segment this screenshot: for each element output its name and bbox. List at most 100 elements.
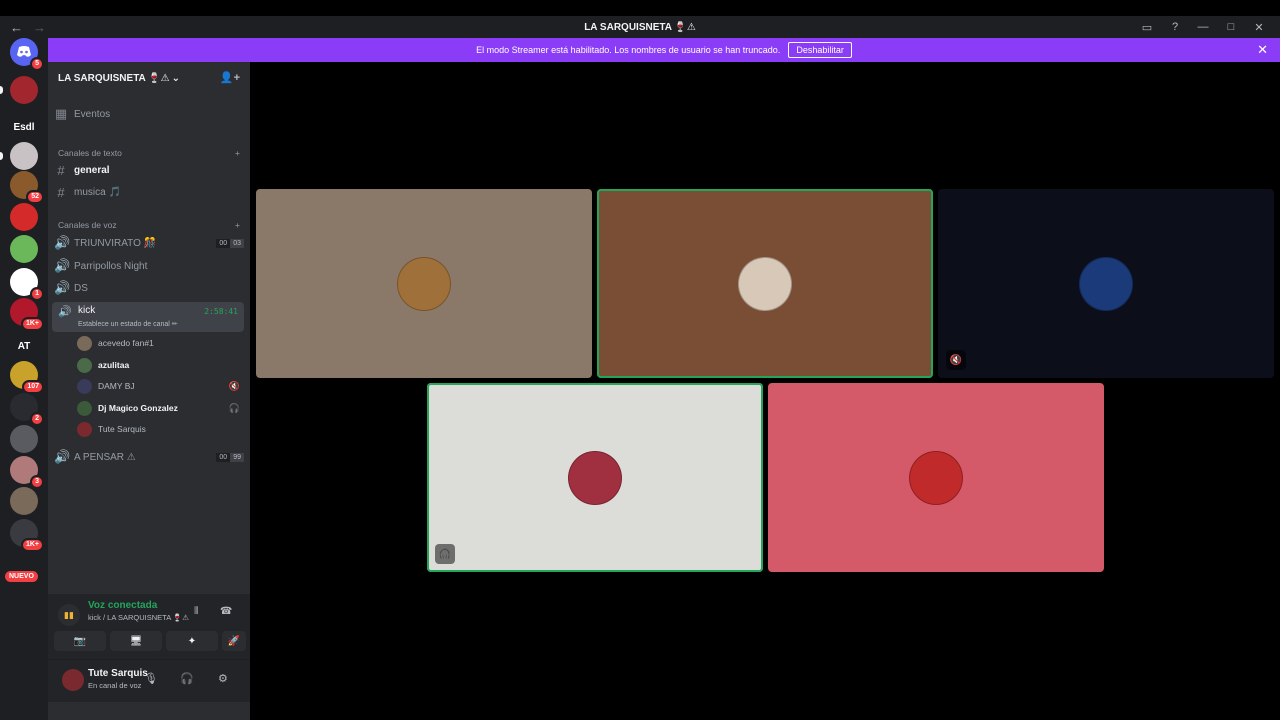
inbox-icon[interactable]: ▭ [1140, 21, 1154, 34]
user-count: 00 03 [216, 238, 244, 248]
headphones-icon[interactable]: 🎧 [180, 672, 194, 685]
server-icon[interactable]: 2 [10, 393, 44, 426]
server-icon[interactable]: 3 [10, 456, 44, 489]
voice-member[interactable]: azulitaa [77, 356, 240, 374]
avatar [568, 450, 622, 505]
avatar [77, 357, 92, 373]
server-icon[interactable]: 1K+ [10, 298, 44, 331]
server-icon[interactable] [10, 142, 38, 170]
count-current: 00 [216, 452, 231, 462]
avatar [909, 450, 963, 505]
voice-member[interactable]: acevedo fan#1 [77, 334, 240, 352]
window-title: LA SARQUISNETA 🍷⚠ [584, 21, 696, 33]
server-icon[interactable]: 52 [10, 171, 44, 204]
soundboard-button[interactable]: 🚀 [222, 631, 246, 651]
add-channel-icon[interactable]: + [235, 220, 240, 230]
deafened-icon: 🎧 [435, 544, 455, 564]
server-badge: 107 [22, 380, 44, 394]
channel-name: DS [74, 282, 88, 294]
back-arrow-icon[interactable]: ← [10, 20, 23, 35]
participant-tile[interactable] [256, 189, 592, 378]
member-name: azulitaa [98, 360, 130, 370]
voice-channel-a-pensar[interactable]: 🔊 A PENSAR ⚠ 00 99 [54, 449, 244, 465]
participant-tile[interactable]: 🎧 [427, 383, 763, 572]
server-icon[interactable]: AT [10, 332, 38, 360]
streamer-mode-banner: El modo Streamer está habilitado. Los no… [48, 38, 1280, 62]
channel-name: general [74, 165, 110, 176]
server-icon[interactable] [10, 425, 38, 453]
server-icon[interactable]: 107 [10, 361, 44, 394]
speaker-icon: 🔊 [54, 449, 71, 464]
server-rail: 5 Esdl 52 1 1K+ AT 107 2 3 1K+ NUEVO [0, 38, 48, 720]
server-icon[interactable] [10, 203, 38, 231]
screen-share-button[interactable]: 🖥 [110, 631, 162, 651]
voice-member[interactable]: Dj Magico Gonzalez 🎧 [77, 399, 240, 417]
member-name: acevedo fan#1 [98, 338, 154, 348]
voice-channel-kick[interactable]: 🔊 kick Establece un estado de canal ✏ 2:… [52, 302, 244, 332]
server-header[interactable]: LA SARQUISNETA 🍷⚠ ⌄ 👤+ [48, 62, 250, 94]
voice-location[interactable]: kick / LA SARQUISNETA 🍷⚠ [88, 613, 189, 622]
voice-channel-ds[interactable]: 🔊 DS [54, 280, 244, 296]
server-name: LA SARQUISNETA 🍷⚠ [58, 72, 170, 84]
add-channel-icon[interactable]: + [235, 148, 240, 158]
dm-badge: 5 [30, 57, 44, 71]
camera-button[interactable]: 📷 [54, 631, 106, 651]
voice-member[interactable]: DAMY BJ 🔇 [77, 377, 240, 395]
channel-general[interactable]: # general [54, 163, 244, 178]
participant-tile[interactable] [597, 189, 933, 378]
disable-streamer-button[interactable]: Deshabilitar [788, 42, 852, 58]
muted-icon: 🔇 [946, 350, 966, 370]
voice-member[interactable]: Tute Sarquis [77, 420, 240, 438]
set-channel-status[interactable]: Establece un estado de canal ✏ [78, 320, 178, 328]
server-icon[interactable] [10, 235, 38, 263]
server-icon[interactable]: Esdl [10, 113, 38, 141]
new-badge[interactable]: NUEVO [5, 571, 38, 582]
server-badge: 1K+ [20, 538, 44, 552]
count-limit: 99 [230, 452, 244, 462]
noise-suppression-icon[interactable]: ⦀ [194, 606, 198, 617]
disconnect-icon[interactable]: ☎ [220, 606, 232, 617]
invite-user-icon[interactable]: 👤+ [220, 71, 240, 84]
chevron-down-icon: ⌄ [171, 72, 180, 84]
text-category[interactable]: Canales de texto + [58, 148, 240, 158]
title-bar: ← → LA SARQUISNETA 🍷⚠ ▭ ? — □ ✕ [0, 16, 1280, 38]
avatar [397, 256, 451, 311]
help-icon[interactable]: ? [1168, 21, 1182, 33]
voice-channel-triunvirato[interactable]: 🔊 TRIUNVIRATO 🎊 00 03 [54, 235, 244, 251]
nav-arrows: ← → [0, 20, 46, 35]
banner-close-icon[interactable]: ✕ [1257, 42, 1268, 58]
avatar [77, 400, 92, 416]
hash-icon: # [57, 163, 65, 178]
forward-arrow-icon[interactable]: → [33, 20, 46, 35]
server-icon[interactable] [10, 76, 38, 104]
voice-connection-panel: ▮▮ Voz conectada kick / LA SARQUISNETA 🍷… [48, 594, 250, 660]
events-label: Eventos [74, 108, 111, 120]
close-window-icon[interactable]: ✕ [1252, 21, 1266, 34]
events-item[interactable]: ▦ Eventos [54, 106, 244, 122]
participant-tile[interactable] [768, 383, 1104, 572]
server-icon[interactable]: 1K+ [10, 519, 44, 552]
server-icon[interactable]: 1 [10, 268, 44, 301]
gear-icon[interactable]: ⚙ [218, 672, 228, 685]
participant-tile[interactable]: 🔇 [938, 189, 1274, 378]
count-current: 00 [216, 238, 231, 248]
voice-status[interactable]: Voz conectada [88, 600, 157, 611]
dm-home-button[interactable]: 5 [10, 38, 44, 71]
maximize-icon[interactable]: □ [1224, 21, 1238, 33]
minimize-icon[interactable]: — [1196, 21, 1210, 33]
voice-category-label: Canales de voz [58, 220, 117, 230]
signal-icon[interactable]: ▮▮ [58, 604, 80, 626]
activities-button[interactable]: ✦ [166, 631, 218, 651]
server-icon[interactable] [10, 487, 38, 515]
speaker-icon: 🔊 [54, 235, 71, 250]
channel-musica[interactable]: # musica 🎵 [54, 185, 244, 200]
channel-name: Parripollos Night [74, 260, 148, 272]
avatar [77, 421, 92, 437]
avatar[interactable] [62, 669, 84, 691]
channel-name: A PENSAR ⚠ [74, 451, 136, 463]
username[interactable]: Tute Sarquis [88, 668, 148, 679]
voice-channel-parripollos[interactable]: 🔊 Parripollos Night [54, 258, 244, 274]
voice-category[interactable]: Canales de voz + [58, 220, 240, 230]
avatar [77, 378, 92, 394]
microphone-icon[interactable]: 🎙 [144, 672, 158, 685]
